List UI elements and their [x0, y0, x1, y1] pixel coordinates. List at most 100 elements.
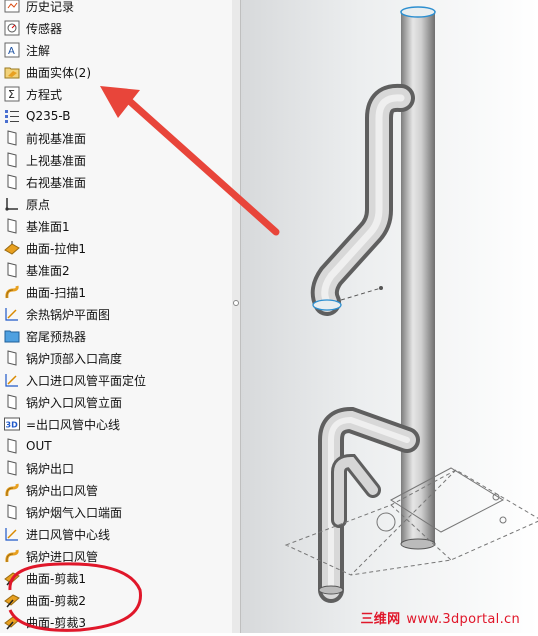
plane-icon — [4, 460, 20, 476]
tree-item-label: OUT — [26, 439, 52, 453]
tree-item[interactable]: 锅炉出口风管 — [4, 480, 98, 500]
tree-item[interactable]: 锅炉出口 — [4, 458, 74, 478]
watermark: 三维网 www.3dportal.cn — [360, 608, 520, 627]
tree-item-label: 基准面1 — [26, 219, 70, 234]
surface-trim-icon — [4, 614, 20, 630]
surface-sweep-icon — [4, 548, 20, 564]
tree-item-label: 锅炉烟气入口端面 — [26, 505, 123, 520]
surface-extrude-icon — [4, 240, 20, 256]
equations-icon: Σ — [4, 86, 20, 102]
tree-item-label: Q235-B — [26, 109, 71, 123]
tree-item[interactable]: 3D =出口风管中心线 — [4, 414, 120, 434]
tree-item[interactable]: 锅炉进口风管 — [4, 546, 98, 566]
tree-item-label: 窑尾预热器 — [26, 329, 87, 344]
tree-item-label: 锅炉出口风管 — [26, 483, 99, 498]
sketch-icon — [4, 526, 20, 542]
tree-item-label: 方程式 — [26, 87, 63, 102]
tree-item-label: 进口风管中心线 — [26, 527, 111, 542]
tree-item[interactable]: Q235-B — [4, 106, 70, 126]
sketch-icon — [4, 372, 20, 388]
centerline-1 — [340, 287, 382, 301]
history-icon — [4, 0, 20, 14]
pipe-top-opening — [400, 6, 436, 18]
tree-item-label: 基准面2 — [26, 263, 70, 278]
tree-item-label: 余热锅炉平面图 — [26, 307, 111, 322]
tree-item[interactable]: 曲面实体(2) — [4, 62, 91, 82]
tree-item-label: 曲面实体(2) — [26, 65, 91, 80]
tree-item-label: 锅炉出口 — [26, 461, 75, 476]
tree-item-label: 前视基准面 — [26, 131, 87, 146]
tree-item[interactable]: 上视基准面 — [4, 150, 86, 170]
tree-item[interactable]: 基准面2 — [4, 260, 70, 280]
surface-sweep-icon — [4, 284, 20, 300]
plane-icon — [4, 174, 20, 190]
watermark-url: www.3dportal.cn — [406, 612, 520, 627]
tree-item[interactable]: 曲面-剪裁1 — [4, 568, 86, 588]
tree-item[interactable]: OUT — [4, 436, 52, 456]
tree-item[interactable]: 进口风管中心线 — [4, 524, 110, 544]
tree-item[interactable]: 基准面1 — [4, 216, 70, 236]
tree-item[interactable]: 窑尾预热器 — [4, 326, 86, 346]
plane-icon — [4, 262, 20, 278]
tree-item[interactable]: 余热锅炉平面图 — [4, 304, 110, 324]
tree-item[interactable]: A 注解 — [4, 40, 50, 60]
tree-item-label: 锅炉顶部入口高度 — [26, 351, 123, 366]
tree-item-label: 历史记录 — [26, 0, 75, 14]
surface-sweep-icon — [4, 482, 20, 498]
upper-branch-pipe — [310, 83, 415, 316]
surface-bodies-folder-icon — [4, 64, 20, 80]
folder-icon — [4, 328, 20, 344]
graphics-viewport[interactable] — [241, 0, 538, 633]
tree-item[interactable]: 曲面-扫描1 — [4, 282, 86, 302]
tree-item[interactable]: 锅炉入口风管立面 — [4, 392, 122, 412]
tree-item-label: 入口进口风管平面定位 — [26, 373, 147, 388]
panel-splitter[interactable] — [232, 0, 241, 633]
sensor-icon — [4, 20, 20, 36]
tree-item[interactable]: 右视基准面 — [4, 172, 86, 192]
tree-item[interactable]: 传感器 — [4, 18, 62, 38]
origin-icon — [4, 196, 20, 212]
watermark-site-name: 三维网 — [360, 612, 401, 627]
tree-item-label: 曲面-剪裁2 — [26, 593, 86, 608]
tree-item-label: 原点 — [26, 197, 51, 212]
annotation-icon: A — [4, 42, 20, 58]
tree-item[interactable]: 曲面-拉伸1 — [4, 238, 86, 258]
svg-text:Σ: Σ — [8, 88, 15, 101]
surface-trim-icon — [4, 592, 20, 608]
tree-item-label: 曲面-扫描1 — [26, 285, 86, 300]
svg-text:A: A — [8, 46, 15, 57]
tree-item[interactable]: 历史记录 — [4, 0, 74, 16]
tree-item[interactable]: 曲面-剪裁2 — [4, 590, 86, 610]
plane-icon — [4, 438, 20, 454]
tree-item[interactable]: 锅炉顶部入口高度 — [4, 348, 122, 368]
tree-item-label: 曲面-剪裁1 — [26, 571, 86, 586]
plane-icon — [4, 218, 20, 234]
tree-item[interactable]: 原点 — [4, 194, 50, 214]
tree-item[interactable]: Σ 方程式 — [4, 84, 62, 104]
splitter-grip-icon[interactable] — [233, 300, 239, 306]
sketch-icon — [4, 306, 20, 322]
tree-item-label: 锅炉进口风管 — [26, 549, 99, 564]
tree-item-label: 传感器 — [26, 21, 63, 36]
plane-icon — [4, 504, 20, 520]
inlet-bottom-end — [318, 585, 344, 595]
branch-opening — [312, 299, 342, 311]
tree-item-label: =出口风管中心线 — [26, 417, 121, 432]
tree-item-label: 锅炉入口风管立面 — [26, 395, 123, 410]
material-icon — [4, 108, 20, 124]
plane-icon — [4, 152, 20, 168]
tree-item[interactable]: 锅炉烟气入口端面 — [4, 502, 122, 522]
plane-icon — [4, 350, 20, 366]
tree-item-label: 曲面-剪裁3 — [26, 615, 86, 630]
plane-icon — [4, 130, 20, 146]
tree-item[interactable]: 曲面-剪裁3 — [4, 612, 86, 632]
3d-sketch-icon: 3D — [4, 416, 20, 432]
tree-item-label: 注解 — [26, 43, 51, 58]
3d-model-view — [284, 6, 538, 603]
tree-item-label: 上视基准面 — [26, 153, 87, 168]
lower-inlet-pipe — [318, 406, 420, 603]
tree-item[interactable]: 前视基准面 — [4, 128, 86, 148]
tree-item-label: 右视基准面 — [26, 175, 87, 190]
tree-item[interactable]: 入口进口风管平面定位 — [4, 370, 146, 390]
surface-trim-icon — [4, 570, 20, 586]
